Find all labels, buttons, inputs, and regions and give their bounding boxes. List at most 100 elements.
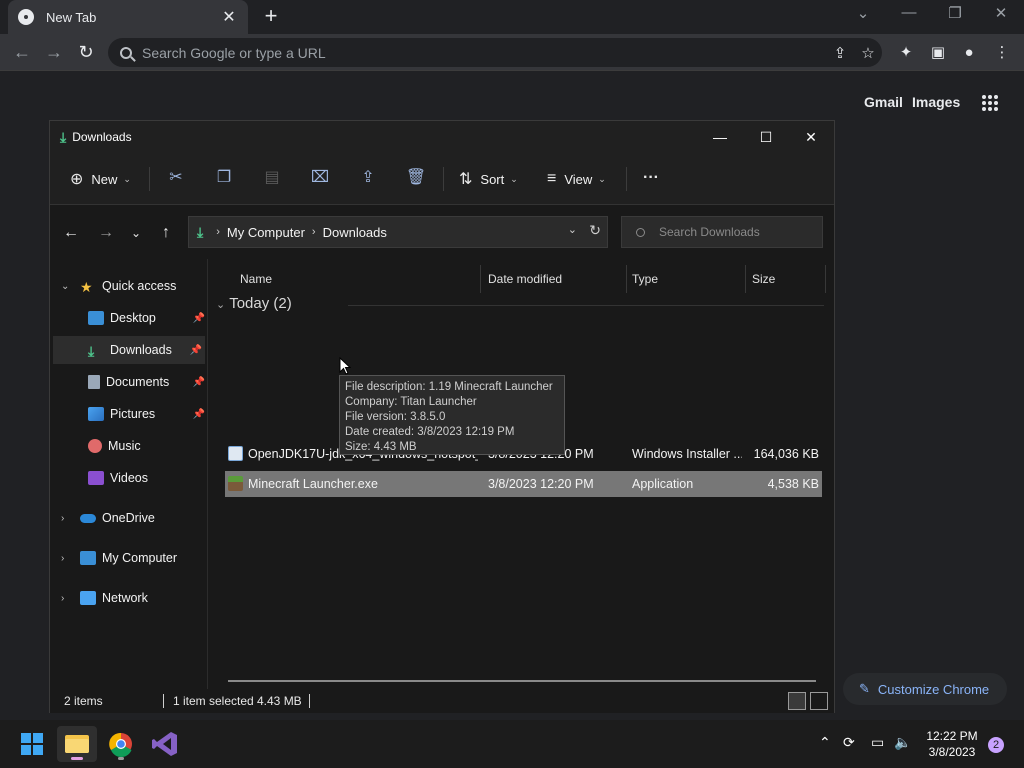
pin-icon[interactable]: 📌 xyxy=(190,345,202,356)
up-arrow-icon[interactable]: ↑ xyxy=(155,222,177,244)
tab-search-chevron-icon[interactable]: ⌄ xyxy=(851,4,875,26)
group-label: Today (2) xyxy=(229,295,292,312)
view-button[interactable]: ≡ View ⌄ xyxy=(547,165,606,193)
close-icon[interactable]: ✕ xyxy=(989,4,1013,26)
recent-locations-chevron-icon[interactable]: ⌄ xyxy=(125,222,147,244)
restore-icon[interactable]: ❐ xyxy=(943,4,967,26)
taskbar-file-explorer[interactable] xyxy=(57,726,97,762)
visual-studio-icon xyxy=(152,732,177,756)
column-type[interactable]: Type xyxy=(632,265,658,293)
google-apps-icon[interactable] xyxy=(982,95,998,111)
back-arrow-icon[interactable]: ← xyxy=(60,222,82,244)
details-view-icon[interactable] xyxy=(788,692,806,710)
nav-my-computer[interactable]: › My Computer xyxy=(50,544,208,572)
pin-icon[interactable]: 📌 xyxy=(193,409,205,420)
nav-downloads[interactable]: ⤓ Downloads 📌 xyxy=(53,336,205,364)
show-hidden-icons-chevron-icon[interactable]: ⌃ xyxy=(819,734,831,751)
paste-icon[interactable]: ▤ xyxy=(261,167,283,189)
collapsed-chevron-icon[interactable]: › xyxy=(61,593,64,604)
group-chevron-icon[interactable]: ⌄ xyxy=(216,299,225,311)
tooltip-description: File description: 1.19 Minecraft Launche… xyxy=(345,381,553,393)
taskbar-chrome[interactable] xyxy=(101,726,141,762)
column-divider[interactable] xyxy=(626,265,627,293)
cut-icon[interactable]: ✂ xyxy=(165,167,187,189)
sort-button[interactable]: ⇅ Sort ⌄ xyxy=(459,165,518,193)
column-name[interactable]: Name xyxy=(240,265,272,293)
group-divider xyxy=(348,305,824,306)
collapsed-chevron-icon[interactable]: › xyxy=(61,513,64,524)
breadcrumb-chevron-icon[interactable]: › xyxy=(312,226,316,238)
nav-quick-access[interactable]: ⌄ ★ Quick access xyxy=(50,272,208,300)
nav-label: Pictures xyxy=(110,407,156,421)
divider xyxy=(149,167,150,191)
nav-label: My Computer xyxy=(102,551,178,565)
nav-music[interactable]: Music xyxy=(50,432,208,460)
breadcrumb-downloads[interactable]: Downloads xyxy=(323,225,387,240)
nav-documents[interactable]: Documents 📌 xyxy=(50,368,208,396)
chrome-menu-icon[interactable]: ⋮ xyxy=(991,42,1013,64)
nav-desktop[interactable]: Desktop 📌 xyxy=(50,304,208,332)
new-tab-button[interactable]: + xyxy=(260,5,282,27)
extensions-puzzle-icon[interactable]: ✦ xyxy=(895,42,917,64)
pin-icon[interactable]: 📌 xyxy=(193,313,205,324)
search-placeholder: Search Downloads xyxy=(659,225,760,239)
installer-file-icon xyxy=(228,446,243,461)
explorer-maximize-button[interactable]: ☐ xyxy=(746,125,786,149)
network-display-icon[interactable]: ▭ xyxy=(871,734,884,751)
reload-icon[interactable]: ↻ xyxy=(73,40,99,66)
nav-onedrive[interactable]: › OneDrive xyxy=(50,504,208,532)
breadcrumb-chevron-icon[interactable]: › xyxy=(216,226,220,238)
copy-icon[interactable]: ❐ xyxy=(213,167,235,189)
rename-icon[interactable]: ⌧ xyxy=(309,167,331,189)
nav-label: Desktop xyxy=(110,311,156,325)
expanded-chevron-icon[interactable]: ⌄ xyxy=(61,281,69,292)
refresh-icon[interactable]: ↻ xyxy=(589,222,601,239)
tab-close-icon[interactable]: ✕ xyxy=(220,7,238,27)
forward-icon[interactable]: → xyxy=(41,40,67,66)
explorer-close-button[interactable]: ✕ xyxy=(791,125,831,149)
forward-arrow-icon[interactable]: → xyxy=(95,222,117,244)
column-size[interactable]: Size xyxy=(752,265,775,293)
address-bar[interactable]: ⤓ › My Computer › Downloads ⌄ ↻ xyxy=(188,216,608,248)
search-downloads-input[interactable]: Search Downloads xyxy=(621,216,823,248)
pin-icon[interactable]: 📌 xyxy=(193,377,205,388)
taskbar-visual-studio[interactable] xyxy=(145,726,185,762)
tab-new-tab[interactable]: New Tab ✕ xyxy=(8,0,248,34)
volume-icon[interactable]: 🔈 xyxy=(894,734,911,751)
column-date-modified[interactable]: Date modified xyxy=(488,265,562,293)
gmail-link[interactable]: Gmail xyxy=(864,94,903,110)
file-row-selected[interactable]: Minecraft Launcher.exe 3/8/2023 12:20 PM… xyxy=(225,471,822,497)
breadcrumb-my-computer[interactable]: My Computer xyxy=(227,225,305,240)
file-list-pane: Name Date modified Type Size ⌄ Today (2) … xyxy=(208,259,834,689)
omnibox[interactable]: Search Google or type a URL ⇪ ☆ xyxy=(108,38,882,67)
bookmark-star-icon[interactable]: ☆ xyxy=(854,44,882,62)
images-link[interactable]: Images xyxy=(912,94,960,110)
delete-icon[interactable]: 🗑 xyxy=(405,167,427,189)
download-arrow-icon: ⤓ xyxy=(197,223,204,240)
share-icon[interactable]: ⇪ xyxy=(826,44,854,62)
minimize-icon[interactable]: — xyxy=(897,4,921,26)
group-header-today[interactable]: ⌄ Today (2) xyxy=(216,295,292,312)
column-divider[interactable] xyxy=(745,265,746,293)
share-icon[interactable]: ⇪ xyxy=(357,167,379,189)
back-icon[interactable]: ← xyxy=(9,40,35,66)
nav-pictures[interactable]: Pictures 📌 xyxy=(50,400,208,428)
large-icons-view-icon[interactable] xyxy=(810,692,828,710)
side-panel-icon[interactable]: ▣ xyxy=(927,42,949,64)
start-button[interactable] xyxy=(12,726,52,762)
nav-videos[interactable]: Videos xyxy=(50,464,208,492)
column-divider[interactable] xyxy=(825,265,826,293)
profile-avatar-icon[interactable]: ● xyxy=(958,42,980,64)
collapsed-chevron-icon[interactable]: › xyxy=(61,553,64,564)
explorer-minimize-button[interactable]: — xyxy=(700,125,740,149)
column-divider[interactable] xyxy=(480,265,481,293)
notification-badge[interactable]: 2 xyxy=(988,737,1004,753)
sync-alert-icon[interactable]: ⟳ xyxy=(843,734,855,751)
more-options-icon[interactable]: ··· xyxy=(640,167,662,189)
nav-network[interactable]: › Network xyxy=(50,584,208,612)
taskbar-clock[interactable]: 12:22 PM 3/8/2023 xyxy=(920,728,984,760)
address-dropdown-icon[interactable]: ⌄ xyxy=(568,223,577,236)
customize-chrome-button[interactable]: ✎ Customize Chrome xyxy=(843,673,1007,705)
horizontal-scrollbar[interactable] xyxy=(228,680,816,682)
new-button[interactable]: ⊕ New ⌄ xyxy=(70,165,131,193)
